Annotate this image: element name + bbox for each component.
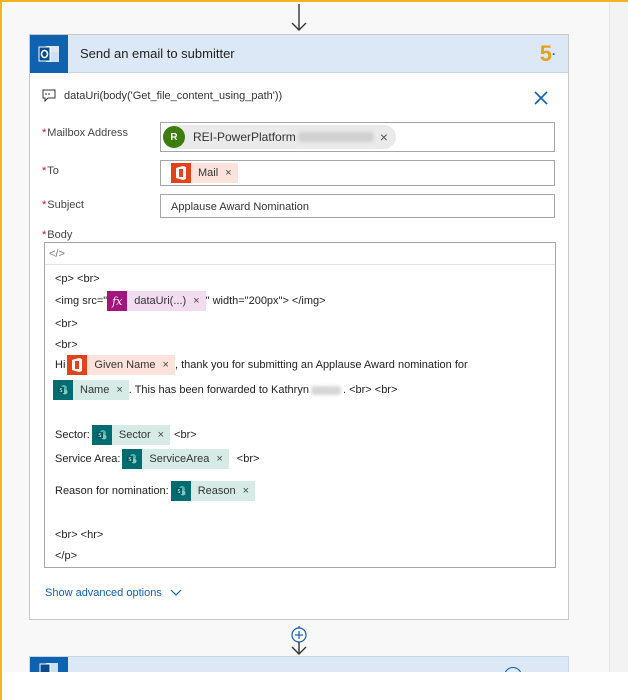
body-text: Hi	[55, 359, 66, 371]
body-text: Service Area:	[55, 453, 121, 465]
token-label: Sector	[118, 429, 151, 441]
body-text: <img src="	[55, 295, 108, 307]
function-icon: fx	[107, 291, 128, 311]
body-line: <br>	[55, 339, 78, 351]
token-name[interactable]: S Name ×	[53, 380, 129, 400]
sharepoint-icon: S	[170, 481, 191, 501]
office-icon	[171, 163, 191, 183]
required-mark: *	[42, 127, 47, 139]
body-label-text: Body	[47, 229, 73, 241]
token-label: dataUri(...)	[134, 295, 187, 307]
body-label: *Body	[42, 229, 72, 241]
body-text: Sector:	[55, 429, 90, 441]
body-line: Hi Given Name × , thank you for submitti…	[55, 355, 468, 375]
required-mark: *	[42, 165, 47, 177]
svg-text:S: S	[129, 457, 132, 463]
show-advanced-options-link[interactable]: Show advanced options	[45, 587, 182, 599]
canvas-footer	[2, 672, 628, 700]
remove-token-button[interactable]: ×	[158, 429, 164, 441]
remove-token-button[interactable]: ×	[225, 167, 231, 179]
code-icon: </>	[49, 247, 65, 260]
to-field[interactable]: Mail ×	[160, 160, 555, 186]
step-badge: 5·	[540, 43, 556, 65]
avatar: R	[163, 126, 185, 148]
close-icon[interactable]	[532, 89, 550, 107]
token-label: Name	[80, 384, 110, 396]
send-email-action-card: Send an email to submitter 5· dataUri(bo…	[29, 34, 569, 620]
subject-label: *Subject	[42, 199, 84, 211]
body-line: <br> <hr>	[55, 529, 104, 541]
token-label: Given Name	[94, 359, 156, 371]
info-row: dataUri(body('Get_file_content_using_pat…	[42, 89, 282, 102]
body-line: S Name × . This has been forwarded to Ka…	[53, 380, 397, 400]
sharepoint-icon: S	[122, 449, 143, 469]
token-label: Mail	[198, 167, 219, 179]
remove-token-button[interactable]: ×	[116, 384, 122, 396]
show-advanced-label: Show advanced options	[45, 587, 162, 599]
to-label-text: To	[47, 165, 59, 177]
remove-token-button[interactable]: ×	[216, 453, 222, 465]
mailbox-label-text: Mailbox Address	[47, 127, 128, 139]
comment-icon[interactable]	[42, 89, 56, 102]
action-header[interactable]: Send an email to submitter 5·	[30, 34, 568, 73]
next-action-card[interactable]	[29, 656, 569, 685]
token-sector[interactable]: S Sector ×	[91, 425, 171, 445]
chevron-down-icon	[170, 589, 182, 596]
token-label: Reason	[197, 485, 236, 497]
body-line: <br>	[55, 318, 78, 330]
outlook-icon	[30, 657, 68, 675]
body-text: Reason for nomination:	[55, 485, 169, 497]
body-line: Service Area: S ServiceArea × <br>	[55, 449, 259, 469]
canvas-scroll-area	[609, 2, 628, 700]
token-expression[interactable]: fx dataUri(...) ×	[107, 291, 206, 311]
body-line: <p> <br>	[55, 273, 100, 285]
mailbox-label: *Mailbox Address	[42, 127, 128, 139]
token-label: ServiceArea	[149, 453, 210, 465]
body-line: Reason for nomination: S Reason ×	[55, 481, 256, 501]
sharepoint-icon: S	[53, 380, 73, 400]
remove-token-button[interactable]: ×	[243, 485, 249, 497]
body-line: <img src=" fx dataUri(...) × " width="20…	[55, 291, 326, 311]
required-mark: *	[42, 199, 47, 211]
token-mail[interactable]: Mail ×	[171, 163, 238, 183]
connector-arrow-icon	[291, 642, 307, 655]
connector-arrow-icon	[291, 4, 307, 31]
required-mark: *	[42, 229, 47, 241]
remove-mailbox-button[interactable]: ×	[380, 129, 388, 145]
action-title: Send an email to submitter	[80, 46, 235, 61]
body-text: . <br> <br>	[342, 384, 398, 396]
office-icon	[67, 355, 88, 375]
code-view-toggle[interactable]: </>	[45, 243, 555, 265]
body-line: </p>	[55, 550, 78, 562]
subject-field[interactable]: Applause Award Nomination	[160, 194, 555, 218]
subject-label-text: Subject	[47, 199, 84, 211]
svg-text:S: S	[98, 433, 101, 439]
remove-token-button[interactable]: ×	[163, 359, 169, 371]
to-label: *To	[42, 165, 59, 177]
token-reason[interactable]: S Reason ×	[170, 481, 256, 501]
body-line: Sector: S Sector × <br>	[55, 425, 197, 445]
body-editor[interactable]: </> <p> <br> <img src=" fx dataUri(...) …	[44, 242, 556, 568]
mailbox-value: REI-PowerPlatform	[193, 130, 296, 144]
mailbox-field[interactable]: R REI-PowerPlatform ×	[160, 122, 555, 152]
step-suffix: ·	[552, 47, 556, 61]
redacted-surname	[310, 385, 341, 395]
mailbox-chip: R REI-PowerPlatform ×	[163, 125, 396, 149]
token-given-name[interactable]: Given Name ×	[67, 355, 175, 375]
body-text: " width="200px"> </img>	[205, 295, 326, 307]
step-number: 5	[539, 41, 552, 66]
body-text: , thank you for submitting an Applause A…	[174, 359, 468, 371]
svg-text:S: S	[177, 489, 180, 495]
outlook-icon	[30, 34, 68, 73]
info-expression-text: dataUri(body('Get_file_content_using_pat…	[64, 89, 283, 102]
body-text: <br>	[236, 453, 260, 465]
body-text: <br>	[174, 429, 197, 441]
svg-text:S: S	[59, 388, 62, 394]
token-service-area[interactable]: S ServiceArea ×	[122, 449, 229, 469]
sharepoint-icon: S	[91, 425, 112, 445]
remove-token-button[interactable]: ×	[193, 295, 199, 307]
redacted-domain	[297, 132, 374, 142]
body-text: . This has been forwarded to Kathryn	[128, 384, 309, 396]
